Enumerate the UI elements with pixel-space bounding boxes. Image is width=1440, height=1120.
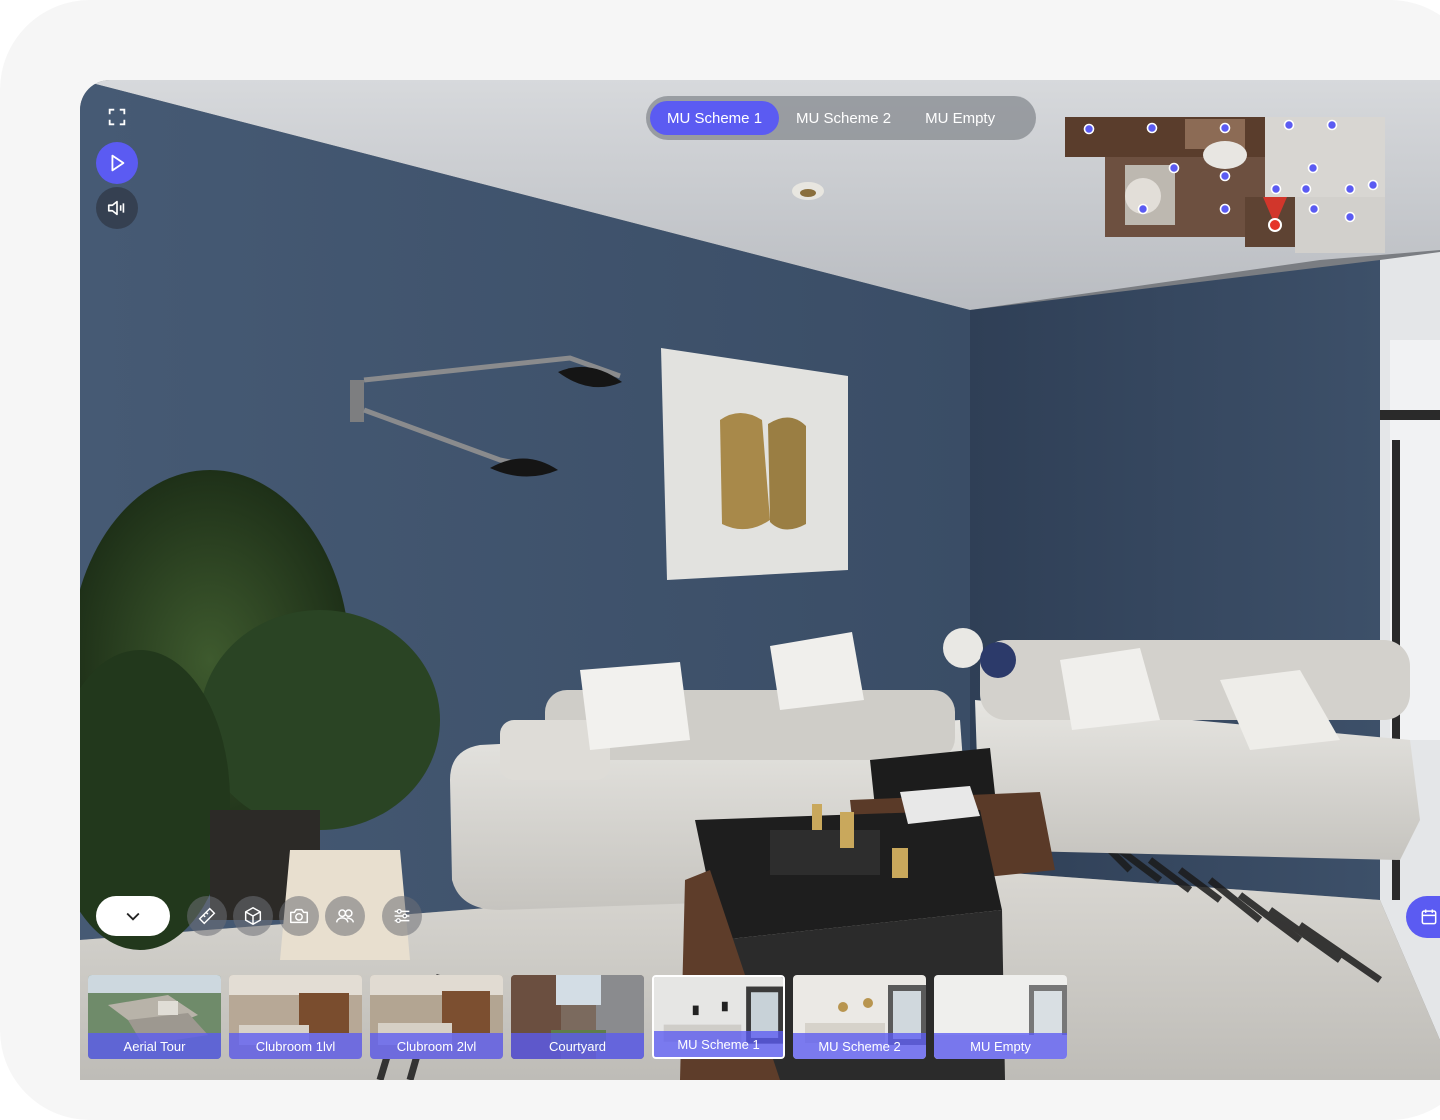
scheme-tab-mu-scheme-2[interactable]: MU Scheme 2: [779, 101, 908, 135]
minimap-hotspot[interactable]: [1219, 203, 1231, 215]
cube-icon: [244, 907, 262, 925]
thumbnail-label: Clubroom 2lvl: [370, 1033, 503, 1059]
fullscreen-icon: [108, 108, 126, 126]
thumbnail-aerial-tour[interactable]: Aerial Tour: [88, 975, 221, 1059]
scheme-tab-mu-scheme-1[interactable]: MU Scheme 1: [650, 101, 780, 135]
users-icon: [336, 909, 354, 923]
thumbnail-courtyard[interactable]: Courtyard: [511, 975, 644, 1059]
minimap-hotspot[interactable]: [1270, 183, 1282, 195]
thumbnail-label: Courtyard: [511, 1033, 644, 1059]
minimap-hotspot[interactable]: [1137, 203, 1149, 215]
camera-icon: [290, 908, 308, 924]
thumbnail-label: MU Scheme 1: [654, 1031, 783, 1057]
thumbnail-mu-empty[interactable]: MU Empty: [934, 975, 1067, 1059]
thumbnail-clubroom-1lvl[interactable]: Clubroom 1lvl: [229, 975, 362, 1059]
minimap-hotspot[interactable]: [1146, 122, 1158, 134]
sound-button[interactable]: [96, 187, 138, 229]
ruler-icon: [198, 907, 216, 925]
minimap-hotspot[interactable]: [1308, 203, 1320, 215]
thumbnail-label: Aerial Tour: [88, 1033, 221, 1059]
scheme-tab-mu-empty[interactable]: MU Empty: [908, 101, 1012, 135]
minimap-hotspot[interactable]: [1219, 122, 1231, 134]
minimap-hotspot[interactable]: [1367, 179, 1379, 191]
sliders-icon: [394, 908, 410, 924]
screenshot-button[interactable]: [279, 896, 319, 936]
scheme-switcher: MU Scheme 1 MU Scheme 2 MU Empty: [646, 96, 1036, 140]
floorplan-minimap[interactable]: [1065, 117, 1385, 253]
thumbnail-clubroom-2lvl[interactable]: Clubroom 2lvl: [370, 975, 503, 1059]
minimap-hotspot[interactable]: [1344, 183, 1356, 195]
schedule-button[interactable]: [1406, 896, 1440, 938]
minimap-hotspot[interactable]: [1283, 119, 1295, 131]
current-position-marker: [1268, 218, 1282, 232]
collapse-panel-button[interactable]: [96, 896, 170, 936]
minimap-hotspot[interactable]: [1300, 183, 1312, 195]
minimap-hotspot[interactable]: [1326, 119, 1338, 131]
minimap-hotspot[interactable]: [1168, 162, 1180, 174]
minimap-hotspot[interactable]: [1219, 170, 1231, 182]
minimap-room: [1265, 117, 1385, 197]
thumbnail-label: Clubroom 1lvl: [229, 1033, 362, 1059]
thumbnail-mu-scheme-1[interactable]: MU Scheme 1: [652, 975, 785, 1059]
dollhouse-button[interactable]: [233, 896, 273, 936]
chevron-down-icon: [126, 912, 140, 921]
minimap-table: [1203, 141, 1247, 169]
thumbnail-mu-scheme-2[interactable]: MU Scheme 2: [793, 975, 926, 1059]
minimap-room: [1295, 197, 1385, 253]
thumbnail-label: MU Scheme 2: [793, 1033, 926, 1059]
calendar-icon: [1421, 909, 1437, 925]
settings-button[interactable]: [382, 896, 422, 936]
fullscreen-button[interactable]: [96, 96, 138, 138]
minimap-hotspot[interactable]: [1344, 211, 1356, 223]
live-share-button[interactable]: [325, 896, 365, 936]
minimap-hotspot[interactable]: [1307, 162, 1319, 174]
thumbnail-label: MU Empty: [934, 1033, 1067, 1059]
play-icon: [111, 154, 125, 172]
play-button[interactable]: [96, 142, 138, 184]
measure-button[interactable]: [187, 896, 227, 936]
minimap-hotspot[interactable]: [1083, 123, 1095, 135]
volume-icon: [107, 200, 125, 216]
panorama-viewer[interactable]: MU Scheme 1 MU Scheme 2 MU Empty Aerial …: [80, 80, 1440, 1080]
